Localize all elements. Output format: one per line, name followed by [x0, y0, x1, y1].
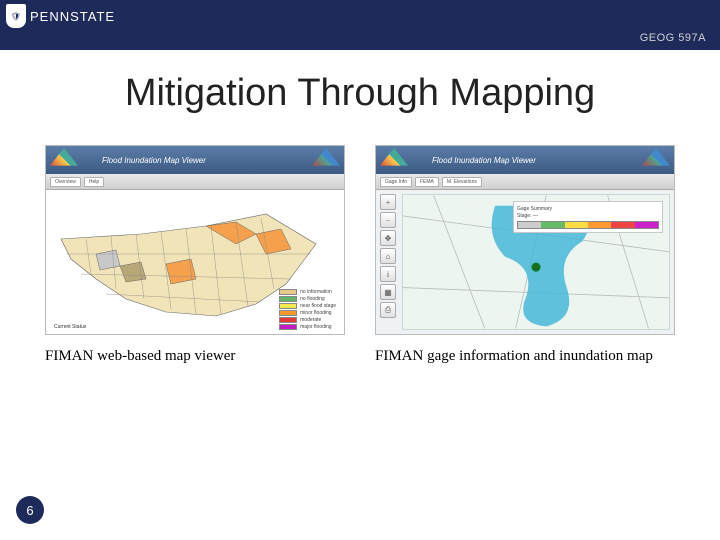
mini-app-header: Flood Inundation Map Viewer: [46, 146, 344, 174]
triangle-logo-icon: [642, 148, 670, 170]
inundation-map: Gage Summary Stage: —: [402, 194, 670, 330]
triangle-logo-icon: [380, 148, 408, 170]
swatch: [279, 310, 297, 316]
figure-row: Flood Inundation Map Viewer Overview Hel…: [0, 145, 720, 367]
swatch: [279, 324, 297, 330]
info-icon: i: [380, 266, 396, 282]
stage-seg: [588, 222, 611, 228]
stage-seg: [635, 222, 658, 228]
figure-right: Flood Inundation Map Viewer Gage Info FE…: [375, 145, 675, 367]
legend-item: minor flooding: [279, 310, 336, 316]
mini-tab: FEMA: [415, 177, 439, 187]
legend-item: moderate: [279, 317, 336, 323]
gage-title: Gage Summary: [517, 206, 659, 212]
stage-seg: [541, 222, 564, 228]
gage-info-panel: Gage Summary Stage: —: [513, 201, 663, 233]
flood-stage-bar: [517, 221, 659, 229]
legend-item: near flood stage: [279, 303, 336, 309]
triangle-logo-icon: [50, 148, 78, 170]
legend-item: major flooding: [279, 324, 336, 330]
mini-tab: M. Elevations: [442, 177, 482, 187]
penn-state-logo: 🛡 PENNSTATE: [6, 4, 115, 28]
swatch: [279, 317, 297, 323]
legend: no information no flooding near flood st…: [279, 289, 336, 330]
gage-detail: Stage: —: [517, 213, 659, 219]
layer-icon: ▦: [380, 284, 396, 300]
print-icon: ⎙: [380, 302, 396, 318]
zoom-in-icon: +: [380, 194, 396, 210]
slide-header: 🛡 PENNSTATE GEOG 597A: [0, 0, 720, 50]
figure-left: Flood Inundation Map Viewer Overview Hel…: [45, 145, 345, 367]
home-icon: ⌂: [380, 248, 396, 264]
status-text: Current Status: [54, 324, 194, 330]
mini-tab-bar: Overview Help: [46, 174, 344, 190]
mini-app-header: Flood Inundation Map Viewer: [376, 146, 674, 174]
logo-text: PENNSTATE: [30, 9, 115, 24]
swatch: [279, 296, 297, 302]
figure-caption-right: FIMAN gage information and inundation ma…: [375, 347, 675, 367]
stage-seg: [611, 222, 634, 228]
shield-icon: 🛡: [6, 4, 26, 28]
nc-map: Current Status no information no floodin…: [46, 190, 344, 334]
swatch: [279, 289, 297, 295]
mini-tab: Gage Info: [380, 177, 412, 187]
zoom-out-icon: −: [380, 212, 396, 228]
mini-tab: Help: [84, 177, 104, 187]
mini-tab: Overview: [50, 177, 81, 187]
mini-app-title: Flood Inundation Map Viewer: [432, 156, 536, 165]
slide-title: Mitigation Through Mapping: [0, 72, 720, 115]
fiman-viewer-screenshot: Flood Inundation Map Viewer Overview Hel…: [45, 145, 345, 335]
legend-item: no flooding: [279, 296, 336, 302]
stage-seg: [565, 222, 588, 228]
fiman-gage-screenshot: Flood Inundation Map Viewer Gage Info FE…: [375, 145, 675, 335]
mini-app-title: Flood Inundation Map Viewer: [102, 156, 206, 165]
tool-palette: + − ✥ ⌂ i ▦ ⎙: [380, 194, 398, 318]
mini-tab-bar: Gage Info FEMA M. Elevations: [376, 174, 674, 190]
swatch: [279, 303, 297, 309]
slide-number-badge: 6: [16, 496, 44, 524]
triangle-logo-icon: [312, 148, 340, 170]
pan-icon: ✥: [380, 230, 396, 246]
course-code: GEOG 597A: [640, 32, 706, 44]
legend-item: no information: [279, 289, 336, 295]
stage-seg: [518, 222, 541, 228]
figure-caption-left: FIMAN web-based map viewer: [45, 347, 345, 367]
